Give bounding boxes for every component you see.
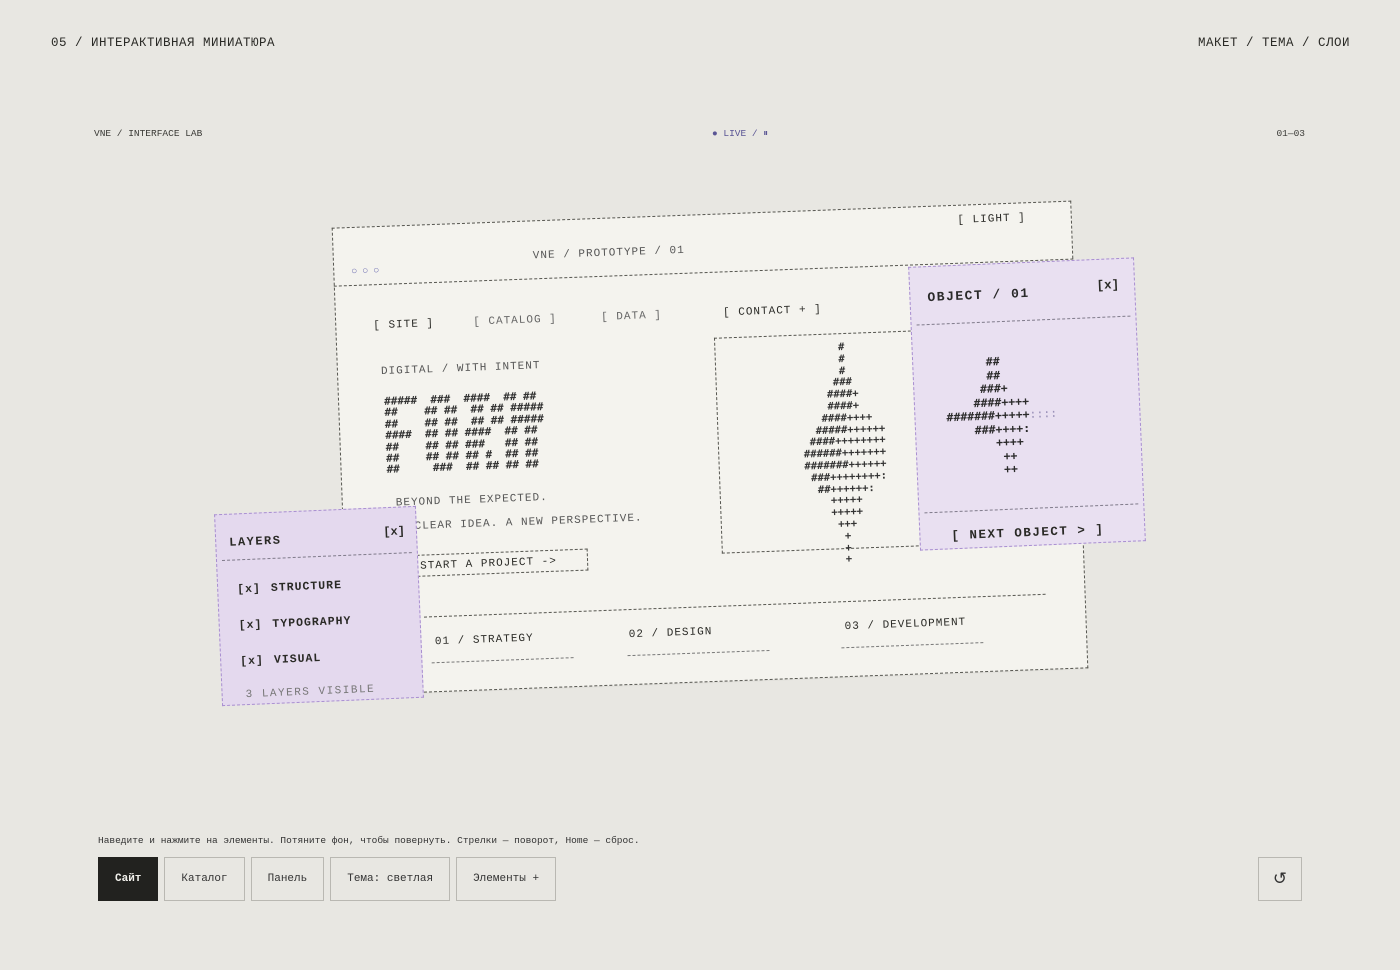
page-section-tags: МАКЕТ / ТЕМА / СЛОИ	[1197, 36, 1350, 50]
window-dots-icon: ○○○	[351, 265, 385, 279]
nav-site[interactable]: [ SITE ]	[373, 318, 434, 332]
page-section-title: 05 / ИНТЕРАКТИВНАЯ МИНИАТЮРА	[51, 36, 276, 50]
mode-button-row: Сайт Каталог Панель Тема: светлая Элемен…	[98, 857, 557, 901]
layers-panel[interactable]: LAYERS [x] [x] STRUCTURE [x] TYPOGRAPHY [x…	[214, 505, 424, 707]
ascii-arrow-art: # # # ### ####+ ####+ ####++++ #####++++…	[787, 341, 888, 568]
ascii-object-art: ## ## ###+ ####++++ #######+++++:::: ###…	[943, 354, 1058, 479]
brand-label: VNE / INTERFACE LAB	[94, 128, 203, 139]
ascii-logo: ##### ### #### ## ## ## ## ## ## ## ####…	[383, 389, 544, 477]
close-icon[interactable]: [x]	[383, 524, 405, 539]
theme-toggle-button[interactable]: [ LIGHT ]	[957, 212, 1026, 226]
elements-button[interactable]: Элементы +	[456, 857, 557, 901]
arrow-visual-frame[interactable]: # # # ### ####+ ####+ ####++++ #####++++…	[713, 330, 924, 565]
layer-label: VISUAL	[273, 651, 322, 667]
nav-data[interactable]: [ DATA ]	[601, 310, 662, 324]
mode-site-button[interactable]: Сайт	[98, 857, 159, 901]
instructions-hint: Наведите и нажмите на элементы. Потяните…	[98, 835, 640, 846]
close-icon[interactable]: [x]	[1096, 278, 1119, 293]
checkbox-icon[interactable]: [x]	[240, 654, 264, 668]
checkbox-icon[interactable]: [x]	[237, 582, 261, 596]
checkbox-icon[interactable]: [x]	[238, 618, 262, 632]
slide-counter: 01—03	[1276, 128, 1305, 139]
mode-panel-button[interactable]: Панель	[250, 857, 325, 901]
layers-panel-title: LAYERS	[228, 533, 282, 550]
reset-icon[interactable]: ↺	[1258, 857, 1302, 901]
object-panel[interactable]: OBJECT / 01 [x] ## ## ###+ ####++++ ####…	[908, 257, 1146, 551]
theme-button[interactable]: Тема: светлая	[330, 857, 451, 901]
live-status[interactable]: ● LIVE / ⏸	[712, 128, 768, 139]
mode-catalog-button[interactable]: Каталог	[164, 857, 245, 901]
